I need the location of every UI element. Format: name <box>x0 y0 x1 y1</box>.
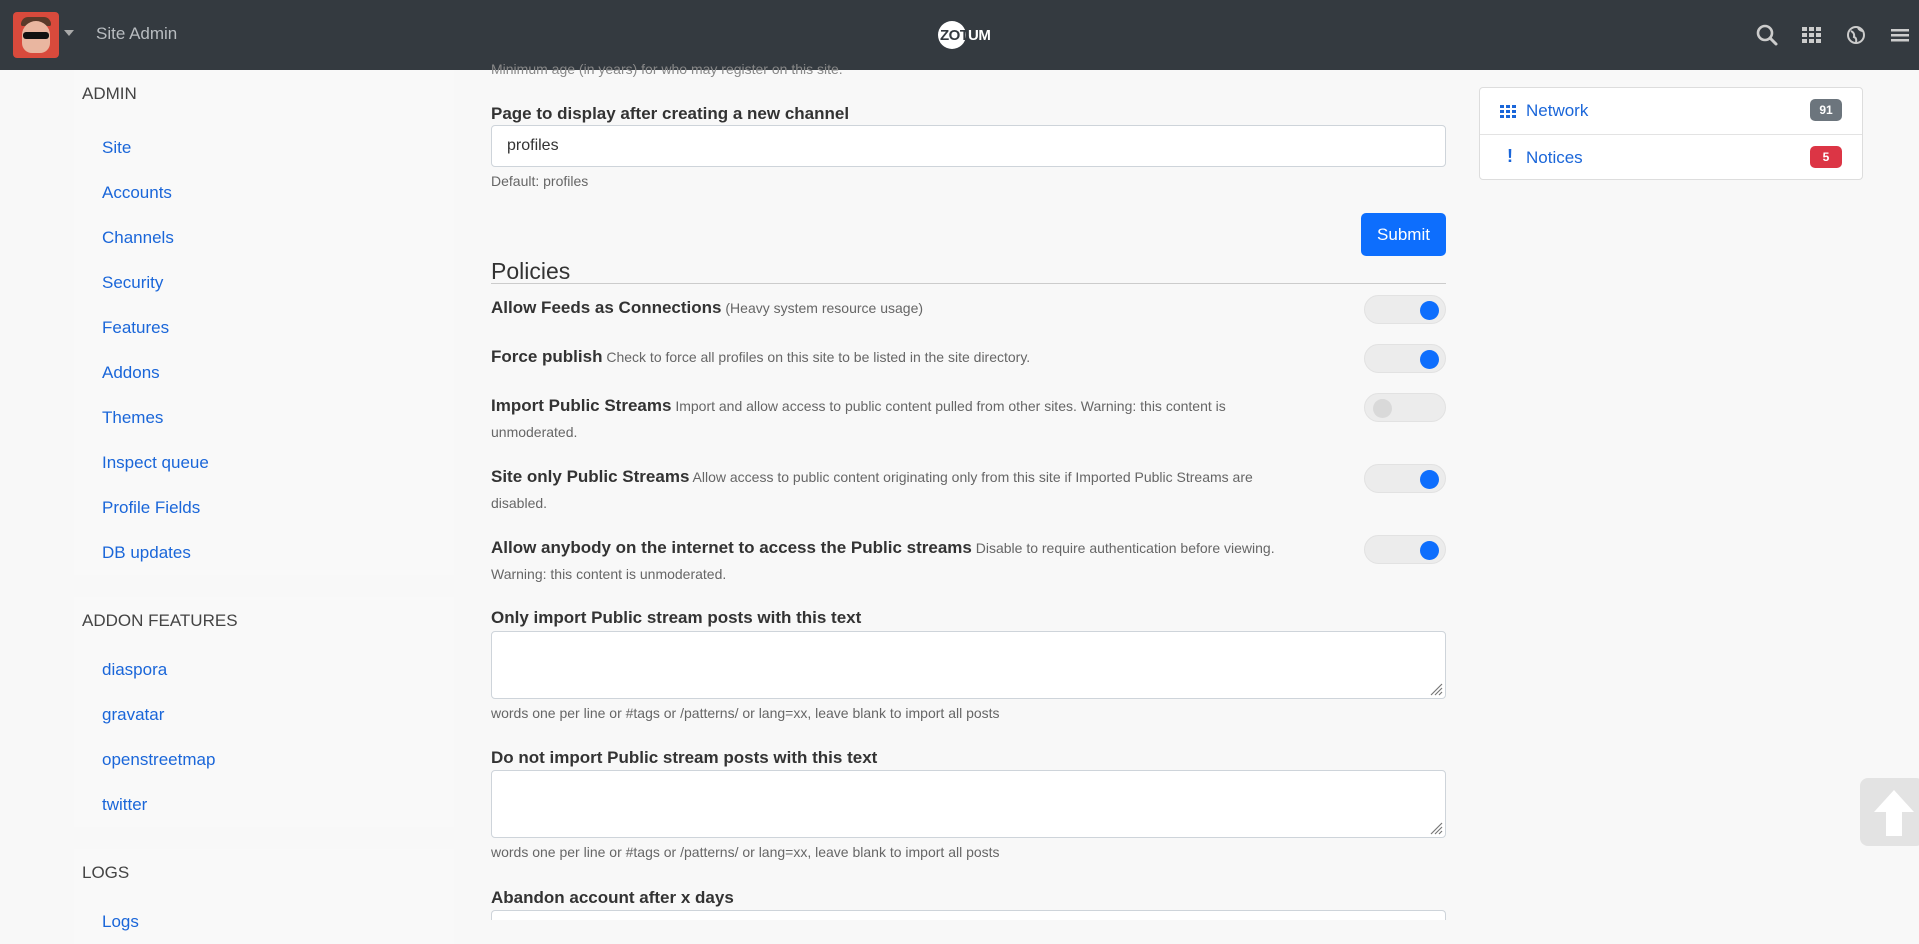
chevron-down-icon[interactable] <box>64 30 74 36</box>
count-badge: 5 <box>1810 146 1842 168</box>
exclamation-icon: ! <box>1507 146 1513 166</box>
allow-feeds-toggle[interactable] <box>1364 295 1446 324</box>
resize-grip-icon[interactable] <box>1429 821 1443 835</box>
sidebar-item-db-updates[interactable]: DB updates <box>74 530 454 575</box>
abandon-account-label: Abandon account after x days <box>491 888 734 907</box>
force-publish-toggle[interactable] <box>1364 344 1446 373</box>
sidebar-item-inspect-queue[interactable]: Inspect queue <box>74 440 454 485</box>
abandon-account-input[interactable] <box>491 910 1446 920</box>
sidebar-item-diaspora[interactable]: diaspora <box>74 647 454 692</box>
do-not-import-textarea[interactable] <box>491 770 1446 838</box>
sidebar-item-openstreetmap[interactable]: openstreetmap <box>74 737 454 782</box>
admin-sidebar: ADMIN Site Accounts Channels Security Fe… <box>74 70 454 944</box>
only-import-help: words one per line or #tags or /patterns… <box>491 705 1000 721</box>
policy-desc: (Heavy system resource usage) <box>725 300 924 316</box>
apps-grid-icon[interactable] <box>1799 22 1825 48</box>
widget-item-notices[interactable]: ! Notices 5 <box>1480 134 1862 181</box>
new-channel-page-input[interactable]: profiles <box>491 125 1446 167</box>
policy-allow-feeds: Allow Feeds as Connections (Heavy system… <box>491 295 1446 324</box>
widget-item-network[interactable]: Network 91 <box>1480 88 1862 134</box>
arrow-up-icon <box>1874 790 1914 836</box>
only-import-label: Only import Public stream posts with thi… <box>491 608 862 627</box>
page-title: Site Admin <box>96 24 178 43</box>
policy-title: Allow anybody on the internet to access … <box>491 538 972 557</box>
sidebar-item-profile-fields[interactable]: Profile Fields <box>74 485 454 530</box>
policy-site-only-public-streams: Site only Public Streams Allow access to… <box>491 464 1446 516</box>
sidebar-item-site[interactable]: Site <box>74 125 454 170</box>
sidebar-item-twitter[interactable]: twitter <box>74 782 454 827</box>
hamburger-menu-icon[interactable] <box>1887 22 1913 48</box>
grid-icon <box>1500 105 1516 118</box>
scroll-to-top-button[interactable] <box>1860 778 1919 846</box>
do-not-import-help: words one per line or #tags or /patterns… <box>491 844 1000 860</box>
policy-title: Site only Public Streams <box>491 467 690 486</box>
section-heading: ADDON FEATURES <box>82 611 238 630</box>
new-channel-page-help: Default: profiles <box>491 173 589 189</box>
policy-title: Allow Feeds as Connections <box>491 298 722 317</box>
sidebar-item-features[interactable]: Features <box>74 305 454 350</box>
resize-grip-icon[interactable] <box>1429 682 1443 696</box>
notifications-widget: Network 91 ! Notices 5 <box>1479 87 1863 180</box>
section-heading: ADMIN <box>82 84 137 103</box>
search-icon[interactable] <box>1754 22 1780 48</box>
widget-label: Network <box>1526 101 1589 120</box>
do-not-import-label: Do not import Public stream posts with t… <box>491 748 878 767</box>
new-channel-page-label: Page to display after creating a new cha… <box>491 104 850 123</box>
import-public-streams-toggle[interactable] <box>1364 393 1446 422</box>
divider <box>491 283 1446 284</box>
site-only-public-streams-toggle[interactable] <box>1364 464 1446 493</box>
policy-public-streams-access: Allow anybody on the internet to access … <box>491 535 1446 587</box>
sidebar-item-accounts[interactable]: Accounts <box>74 170 454 215</box>
sidebar-item-gravatar[interactable]: gravatar <box>74 692 454 737</box>
cutoff-help-text: Minimum age (in years) for who may regis… <box>491 61 843 77</box>
sidebar-item-themes[interactable]: Themes <box>74 395 454 440</box>
logs-section: LOGS Logs <box>74 849 454 944</box>
public-streams-access-toggle[interactable] <box>1364 535 1446 564</box>
policies-heading: Policies <box>491 258 571 284</box>
count-badge: 91 <box>1810 99 1842 121</box>
admin-section: ADMIN Site Accounts Channels Security Fe… <box>74 70 454 575</box>
policy-title: Import Public Streams <box>491 396 672 415</box>
top-navbar: Site Admin ZOT UM <box>0 0 1919 70</box>
sidebar-item-channels[interactable]: Channels <box>74 215 454 260</box>
sidebar-item-addons[interactable]: Addons <box>74 350 454 395</box>
section-heading: LOGS <box>82 863 130 882</box>
submit-button[interactable]: Submit <box>1361 213 1446 256</box>
widget-label: Notices <box>1526 148 1583 167</box>
policy-import-public-streams: Import Public Streams Import and allow a… <box>491 393 1446 445</box>
sidebar-item-security[interactable]: Security <box>74 260 454 305</box>
globe-icon[interactable] <box>1843 22 1869 48</box>
policy-desc: Check to force all profiles on this site… <box>606 349 1031 365</box>
sidebar-item-logs[interactable]: Logs <box>74 899 454 944</box>
policy-force-publish: Force publish Check to force all profile… <box>491 344 1446 373</box>
policy-title: Force publish <box>491 347 603 366</box>
only-import-textarea[interactable] <box>491 631 1446 699</box>
user-avatar[interactable] <box>13 12 59 58</box>
addon-features-section: ADDON FEATURES diaspora gravatar openstr… <box>74 597 454 827</box>
